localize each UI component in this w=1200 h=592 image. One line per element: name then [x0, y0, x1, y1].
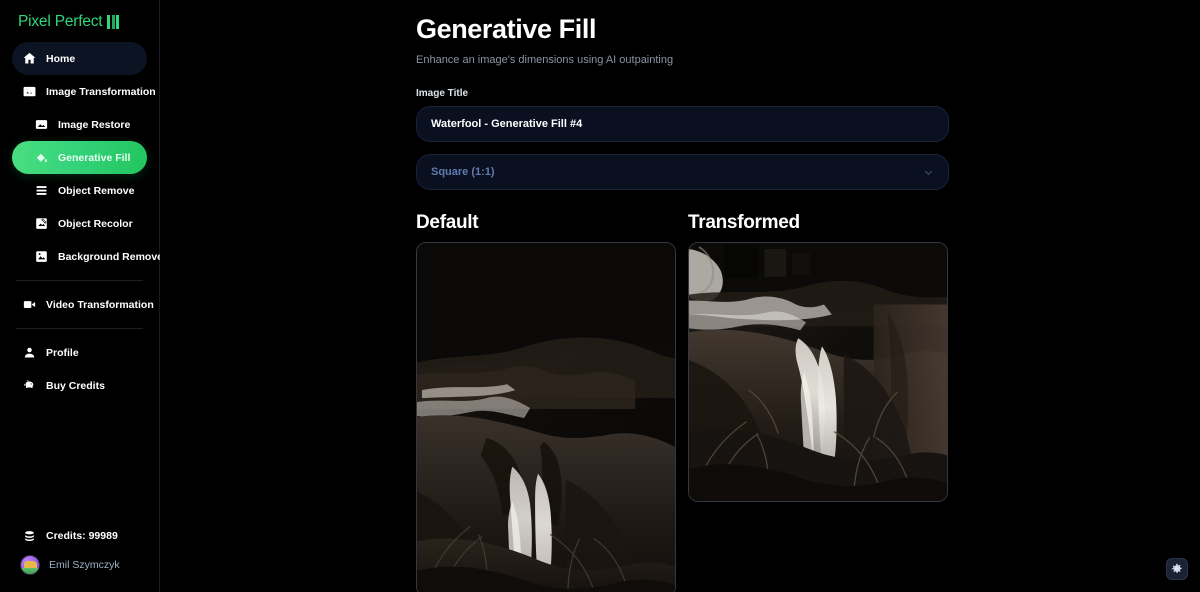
settings-gear-icon: [1171, 563, 1182, 574]
film-grain-overlay: [417, 243, 675, 592]
user-icon: [22, 345, 37, 360]
film-grain-overlay: [689, 243, 947, 502]
sidebar-divider-bottom: [16, 328, 143, 329]
sidebar: Pixel Perfect Home Image Transformation …: [0, 0, 173, 592]
page-title: Generative Fill: [416, 14, 597, 44]
settings-fab-button[interactable]: [1166, 558, 1188, 580]
image-stack-icon: [22, 84, 37, 99]
sidebar-item-home[interactable]: Home: [12, 42, 147, 75]
coins-icon: [22, 529, 37, 544]
sidebar-item-label: Object Remove: [58, 184, 135, 197]
user-profile-row[interactable]: Emil Szymczyk: [12, 550, 147, 580]
user-name: Emil Szymczyk: [49, 559, 120, 571]
sidebar-item-object-remove[interactable]: Object Remove: [12, 174, 147, 207]
default-image-frame[interactable]: [416, 242, 676, 592]
sidebar-item-object-recolor[interactable]: Object Recolor: [12, 207, 147, 240]
sidebar-item-label: Profile: [46, 346, 79, 359]
logo-bars-icon: [107, 15, 120, 29]
fill-bucket-icon: [34, 150, 49, 165]
aspect-ratio-value: Square (1:1): [431, 166, 495, 179]
sidebar-divider-top: [16, 280, 143, 281]
page-subtitle: Enhance an image's dimensions using AI o…: [416, 54, 674, 67]
transformed-pane-title: Transformed: [688, 212, 800, 234]
background-icon: [34, 249, 49, 264]
picture-icon: [34, 117, 49, 132]
sidebar-item-label: Home: [46, 52, 76, 65]
image-title-input[interactable]: [416, 106, 949, 143]
default-image: [417, 243, 675, 592]
app-root: Pixel Perfect Home Image Transformation …: [0, 0, 1200, 592]
sidebar-item-image-restore[interactable]: Image Restore: [12, 108, 147, 141]
brand-logo[interactable]: Pixel Perfect: [12, 0, 147, 34]
sidebar-item-label: Generative Fill: [58, 151, 131, 164]
sidebar-item-background-remove[interactable]: Background Remove: [12, 240, 163, 273]
sidebar-item-label: Image Transformation: [46, 85, 156, 98]
credits-display: Credits: 99989: [12, 522, 147, 550]
sidebar-item-label: Video Transformation: [46, 298, 154, 311]
transformed-pane: Transformed: [688, 212, 948, 592]
avatar: [20, 555, 40, 575]
sidebar-footer: Credits: 99989 Emil Szymczyk: [12, 522, 147, 592]
recolor-icon: [34, 216, 49, 231]
chevron-down-icon: [924, 170, 933, 175]
sidebar-item-buy-credits[interactable]: Buy Credits: [12, 369, 147, 402]
transformed-image: [689, 243, 947, 502]
comparison-section: Default Transformed: [416, 212, 949, 592]
default-pane: Default: [416, 212, 676, 592]
brand-name: Pixel Perfect: [18, 13, 103, 30]
home-icon: [22, 51, 37, 66]
main-content: Generative Fill Enhance an image's dimen…: [160, 0, 1200, 592]
video-icon: [22, 297, 37, 312]
default-pane-title: Default: [416, 212, 479, 234]
sidebar-item-video-transformation[interactable]: Video Transformation: [12, 288, 171, 321]
image-title-label: Image Title: [416, 88, 469, 100]
sidebar-item-label: Buy Credits: [46, 379, 105, 392]
layers-icon: [34, 183, 49, 198]
credits-label: Credits: 99989: [46, 530, 118, 542]
sidebar-item-image-transformation[interactable]: Image Transformation: [12, 75, 173, 108]
transformed-image-frame[interactable]: [688, 242, 948, 503]
sidebar-item-generative-fill[interactable]: Generative Fill: [12, 141, 147, 174]
sidebar-item-label: Background Remove: [58, 250, 164, 263]
piggy-bank-icon: [22, 378, 37, 393]
aspect-ratio-select[interactable]: Square (1:1): [416, 154, 949, 191]
sidebar-item-label: Image Restore: [58, 118, 131, 131]
sidebar-nav: Home Image Transformation Image Restore …: [12, 40, 173, 402]
sidebar-item-profile[interactable]: Profile: [12, 336, 147, 369]
sidebar-item-label: Object Recolor: [58, 217, 133, 230]
